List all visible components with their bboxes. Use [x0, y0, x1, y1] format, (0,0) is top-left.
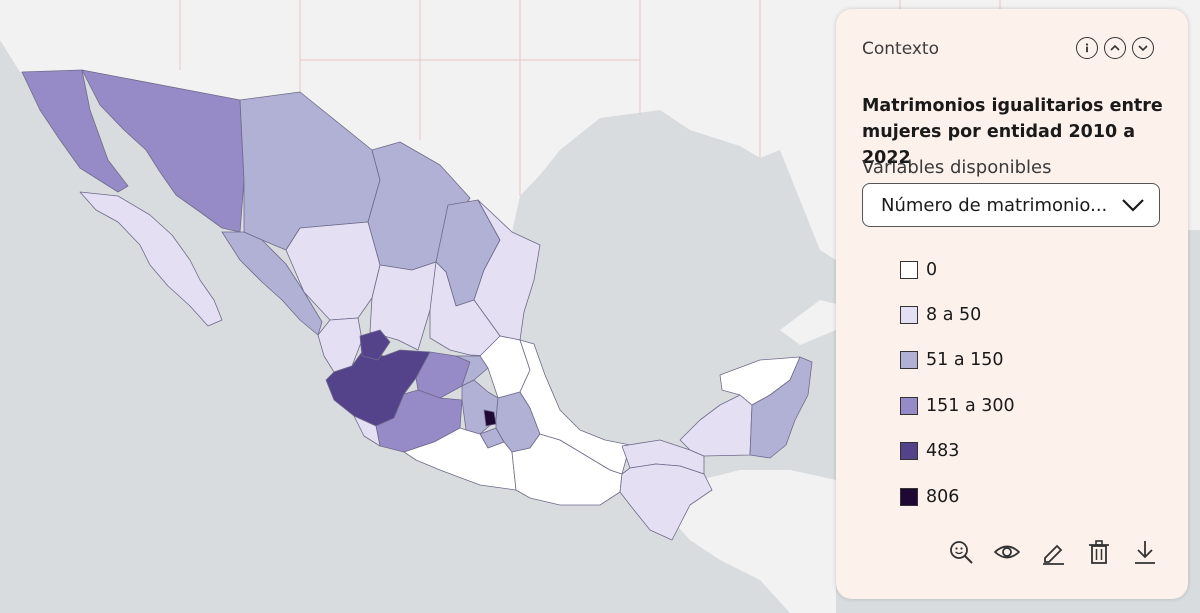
panel-header: Contexto [862, 37, 1154, 63]
info-icon[interactable] [1076, 37, 1098, 59]
eye-icon[interactable] [993, 539, 1021, 565]
legend-swatch [900, 351, 918, 370]
legend-label: 0 [926, 259, 938, 280]
header-icons [1076, 37, 1154, 59]
chevron-up-icon[interactable] [1104, 37, 1126, 59]
legend-swatch [900, 442, 918, 461]
legend-item: 806 [900, 474, 1015, 519]
legend-item: 51 a 150 [900, 338, 1015, 383]
legend-label: 51 a 150 [926, 350, 1004, 371]
legend-item: 8 a 50 [900, 292, 1015, 337]
legend: 0 8 a 50 51 a 150 151 a 300 483 806 [900, 247, 1015, 519]
legend-swatch [900, 306, 918, 325]
legend-label: 483 [926, 441, 960, 462]
legend-swatch [900, 487, 918, 506]
legend-label: 151 a 300 [926, 395, 1015, 416]
zoom-search-icon[interactable] [948, 539, 974, 565]
download-icon[interactable] [1132, 539, 1158, 565]
legend-item: 0 [900, 247, 1015, 292]
selected-variable: Número de matrimonio... [881, 195, 1108, 216]
state-ciudad-de-mexico[interactable] [483, 409, 497, 427]
legend-label: 806 [926, 486, 960, 507]
chevron-down-icon[interactable] [1132, 37, 1154, 59]
legend-item: 151 a 300 [900, 383, 1015, 428]
context-label: Contexto [862, 39, 939, 59]
legend-swatch [900, 396, 918, 415]
legend-swatch [900, 260, 918, 279]
chevron-down-icon [1122, 199, 1144, 212]
trash-icon[interactable] [1086, 539, 1112, 565]
variables-label: Variables disponibles [862, 157, 1052, 178]
legend-item: 483 [900, 429, 1015, 474]
legend-label: 8 a 50 [926, 305, 982, 326]
variable-select[interactable]: Número de matrimonio... [862, 183, 1160, 227]
pencil-icon[interactable] [1040, 539, 1066, 565]
context-panel: Contexto Matrimonios igualitarios entre … [836, 9, 1188, 599]
tool-bar [948, 539, 1158, 565]
